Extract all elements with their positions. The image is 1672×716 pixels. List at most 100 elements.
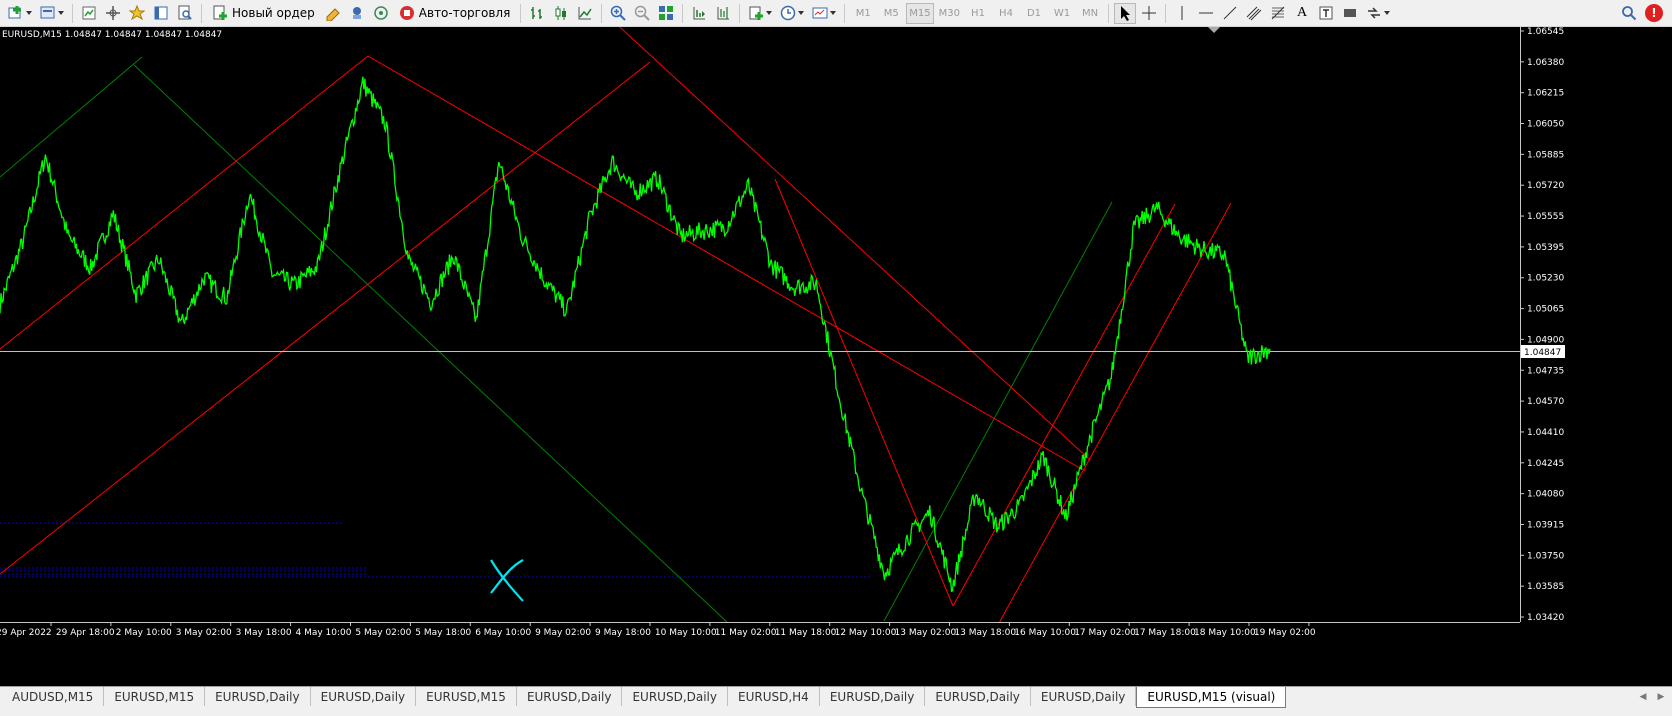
timeframe-h1-button[interactable]: H1	[965, 3, 991, 24]
chart-tab[interactable]: EURUSD,H4	[728, 687, 820, 706]
time-tick-label: 3 May 02:00	[176, 628, 232, 638]
time-axis: 29 Apr 2022 29 Apr 18:00 2 May 10:00 3 May …	[0, 622, 1316, 638]
toolbar-separator	[72, 3, 73, 23]
text-label-button[interactable]	[1315, 3, 1337, 24]
chart-tab[interactable]: EURUSD,Daily	[1031, 687, 1137, 706]
search-button[interactable]	[1618, 3, 1640, 24]
time-tick-label: 17 May 02:00	[1074, 628, 1136, 638]
price-tick-label: 1.06545	[1527, 27, 1564, 37]
chart-tab[interactable]: EURUSD,M15	[416, 687, 517, 706]
indicators-button[interactable]	[745, 3, 775, 24]
equidistant-channel-button[interactable]	[1243, 3, 1265, 24]
navigator-button[interactable]	[126, 3, 148, 24]
chart-window[interactable]: 1.06545 1.06380 1.06215 1.06050 1.05885 1.057…	[0, 27, 1672, 686]
chart-tab[interactable]: EURUSD,M15	[104, 687, 206, 706]
fibonacci-button[interactable]	[1267, 3, 1289, 24]
chevron-down-icon	[798, 11, 805, 15]
clock-icon	[781, 5, 796, 21]
periods-button[interactable]	[777, 3, 807, 24]
signals-icon	[352, 7, 361, 19]
timeframe-h4-button[interactable]: H4	[993, 3, 1019, 24]
chevron-down-icon	[58, 11, 64, 15]
chart-tab[interactable]: EURUSD,Daily	[925, 687, 1031, 706]
toolbar-separator	[1165, 3, 1166, 23]
chart-tab[interactable]: EURUSD,Daily	[205, 687, 311, 706]
chart-tab[interactable]: EURUSD,M15 (visual)	[1136, 687, 1287, 708]
chart-tab[interactable]: EURUSD,Daily	[622, 687, 728, 706]
metaeditor-icon	[326, 8, 340, 21]
price-tick-label: 1.04080	[1527, 490, 1564, 500]
zoom-out-button[interactable]	[631, 3, 653, 24]
magnifier-document-icon	[178, 5, 192, 20]
tile-windows-icon	[659, 6, 674, 20]
timeframe-w1-button[interactable]: W1	[1049, 3, 1075, 24]
chart-tab[interactable]: EURUSD,Daily	[517, 687, 623, 706]
templates-button[interactable]	[809, 3, 839, 24]
toolbar-separator	[201, 3, 202, 23]
chart-shift-icon	[717, 7, 730, 20]
price-tick-label: 1.05720	[1527, 181, 1564, 191]
price-tick-label: 1.05885	[1527, 150, 1564, 160]
price-tick-label: 1.04410	[1527, 428, 1564, 438]
arrows-menu-button[interactable]	[1363, 3, 1393, 24]
bar-chart-button[interactable]	[526, 3, 548, 24]
timeframe-m15-button[interactable]: M15	[906, 2, 934, 24]
tab-scroll-right-icon[interactable]: ▶	[1654, 690, 1668, 704]
time-tick-label: 29 Apr 18:00	[56, 628, 115, 638]
toolbar-separator	[520, 3, 522, 23]
time-tick-label: 4 May 10:00	[296, 628, 352, 638]
timeframe-mn-button[interactable]: MN	[1077, 3, 1103, 24]
arrows-icon	[1368, 7, 1380, 19]
chart-tab[interactable]: EURUSD,Daily	[311, 687, 417, 706]
price-tick-label: 1.06380	[1527, 58, 1564, 68]
signals-button[interactable]	[346, 3, 368, 24]
auto-trading-button[interactable]: Авто-торговля	[394, 3, 516, 24]
toolbar-separator	[1108, 3, 1109, 23]
timeframe-m30-button[interactable]: M30	[936, 3, 963, 24]
notifications-button[interactable]: !	[1642, 3, 1666, 24]
plot-area	[0, 27, 1520, 622]
chart-tab[interactable]: EURUSD,Daily	[820, 687, 926, 706]
new-order-icon	[213, 5, 227, 20]
chart-shift-button[interactable]	[712, 3, 734, 24]
chart-tabs: AUDUSD,M15 EURUSD,M15 EURUSD,Daily EURUSD,D…	[2, 687, 1287, 709]
new-order-button[interactable]: Новый ордер	[207, 3, 320, 24]
time-tick-label: 6 May 10:00	[475, 628, 531, 638]
timeframe-m1-button[interactable]: M1	[850, 3, 876, 24]
new-chart-button[interactable]	[5, 3, 35, 24]
vertical-line-button[interactable]	[1171, 3, 1193, 24]
candlestick-button[interactable]	[550, 3, 572, 24]
star-folder-icon	[129, 5, 145, 21]
data-window-button[interactable]	[102, 3, 124, 24]
strategy-tester-button[interactable]	[174, 3, 196, 24]
chart-tab[interactable]: AUDUSD,M15	[2, 687, 105, 706]
trendline-button[interactable]	[1219, 3, 1241, 24]
timeframe-d1-button[interactable]: D1	[1021, 3, 1047, 24]
profiles-button[interactable]	[37, 3, 67, 24]
price-chart[interactable]: 1.06545 1.06380 1.06215 1.06050 1.05885 1.057…	[0, 27, 1672, 686]
time-tick-label: 5 May 02:00	[355, 628, 411, 638]
cursor-button[interactable]	[1114, 2, 1136, 24]
zoom-in-button[interactable]	[607, 3, 629, 24]
market-watch-button[interactable]	[78, 3, 100, 24]
time-tick-label: 2 May 10:00	[116, 628, 172, 638]
chevron-down-icon	[766, 11, 773, 15]
crosshair-button[interactable]	[1138, 3, 1160, 24]
tab-scroll-left-icon[interactable]: ◀	[1636, 690, 1650, 704]
metaeditor-button[interactable]	[322, 3, 344, 24]
text-tool-button[interactable]: A	[1291, 3, 1313, 24]
price-tick-label: 1.04570	[1527, 397, 1564, 407]
zoom-in-icon	[611, 5, 626, 21]
tile-windows-button[interactable]	[655, 3, 677, 24]
vps-button[interactable]	[370, 3, 392, 24]
arrow-tool-button[interactable]	[1339, 3, 1361, 24]
timeframe-m5-button[interactable]: M5	[878, 3, 904, 24]
time-tick-label: 3 May 18:00	[236, 628, 292, 638]
autoscroll-button[interactable]	[688, 3, 710, 24]
line-chart-button[interactable]	[574, 3, 596, 24]
price-tick-label: 1.06215	[1527, 89, 1564, 99]
toolbar-separator	[601, 3, 603, 23]
terminal-button[interactable]	[150, 3, 172, 24]
horizontal-line-button[interactable]	[1195, 3, 1217, 24]
time-tick-label: 13 May 18:00	[954, 628, 1016, 638]
